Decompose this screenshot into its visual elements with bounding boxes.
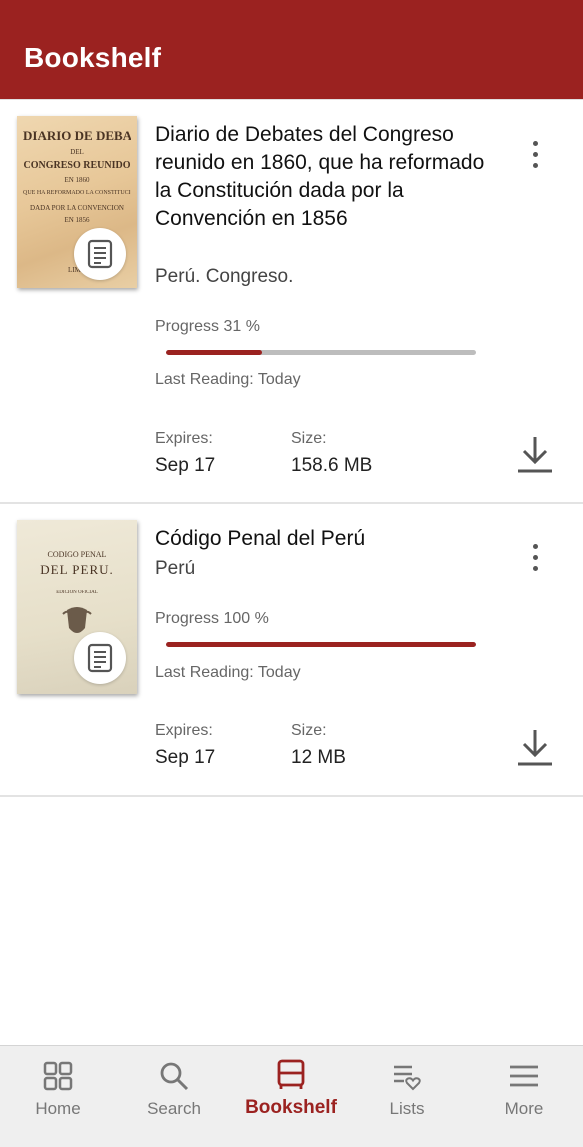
nav-search[interactable]: Search [116, 1046, 232, 1147]
nav-lists[interactable]: Lists [349, 1046, 465, 1147]
cover-text: EN 1860 [64, 176, 90, 184]
cover-text: DADA POR LA CONVENCION [30, 204, 124, 212]
nav-label: Lists [389, 1099, 425, 1118]
cover-text: DIARIO DE DEBATES [23, 128, 131, 143]
menu-icon [508, 1060, 540, 1092]
app-bar: Bookshelf [0, 0, 583, 99]
nav-home[interactable]: Home [0, 1046, 116, 1147]
nav-more[interactable]: More [466, 1046, 582, 1147]
more-vert-icon[interactable] [521, 134, 549, 174]
list-heart-icon [391, 1060, 423, 1092]
book-cover[interactable]: DIARIO DE DEBATES DEL CONGRESO REUNIDO E… [17, 116, 137, 288]
page-title: Bookshelf [24, 42, 162, 73]
cover-text: CONGRESO REUNIDO [23, 160, 131, 171]
grid-icon [42, 1060, 74, 1092]
download-icon[interactable] [515, 434, 555, 476]
book-card[interactable]: DIARIO DE DEBATES DEL CONGRESO REUNIDO E… [0, 99, 583, 504]
size-value: 12 MB [291, 747, 346, 768]
cover-text: CODIGO PENAL [47, 550, 107, 559]
cover-text: EN 1856 [64, 216, 90, 224]
download-icon[interactable] [515, 727, 555, 769]
progress-fill [166, 642, 476, 647]
expires-label: Expires: [155, 722, 213, 739]
cover-text: EDICION OFICIAL [56, 590, 98, 595]
progress-fill [166, 350, 263, 355]
nav-label: Bookshelf [245, 1097, 337, 1118]
size-value: 158.6 MB [291, 455, 373, 476]
bookshelf-icon [275, 1058, 307, 1090]
more-vert-icon[interactable] [521, 537, 549, 577]
bottom-navigation: Home Search Bookshelf Lists More [0, 1045, 583, 1147]
nav-label: Home [35, 1099, 81, 1118]
progress-bar [166, 642, 476, 647]
last-reading: Last Reading: Today [155, 664, 301, 681]
progress-bar [166, 350, 476, 355]
cover-text: QUE HA REFORMADO LA CONSTITUCION [23, 190, 131, 196]
nav-label: Search [147, 1099, 201, 1118]
book-author: Perú [155, 558, 196, 579]
size-label: Size: [291, 430, 327, 447]
last-reading: Last Reading: Today [155, 371, 301, 388]
expires-label: Expires: [155, 430, 213, 447]
search-icon [158, 1060, 190, 1092]
progress-label: Progress 100 % [155, 610, 269, 627]
document-icon [74, 228, 126, 280]
expires-value: Sep 17 [155, 747, 216, 768]
cover-text: DEL PERU. [40, 562, 114, 577]
progress-label: Progress 31 % [155, 318, 260, 335]
expires-value: Sep 17 [155, 455, 216, 476]
book-author: Perú. Congreso. [155, 266, 294, 287]
book-title[interactable]: Diario de Debates del Congreso reunido e… [155, 121, 495, 233]
book-card[interactable]: CODIGO PENAL DEL PERU. EDICION OFICIAL C… [0, 504, 583, 797]
cover-text: DEL [70, 148, 84, 156]
nav-bookshelf[interactable]: Bookshelf [233, 1046, 349, 1147]
document-icon [74, 632, 126, 684]
size-label: Size: [291, 722, 327, 739]
book-title[interactable]: Código Penal del Perú [155, 525, 495, 553]
book-cover[interactable]: CODIGO PENAL DEL PERU. EDICION OFICIAL [17, 520, 137, 694]
nav-label: More [504, 1099, 544, 1118]
